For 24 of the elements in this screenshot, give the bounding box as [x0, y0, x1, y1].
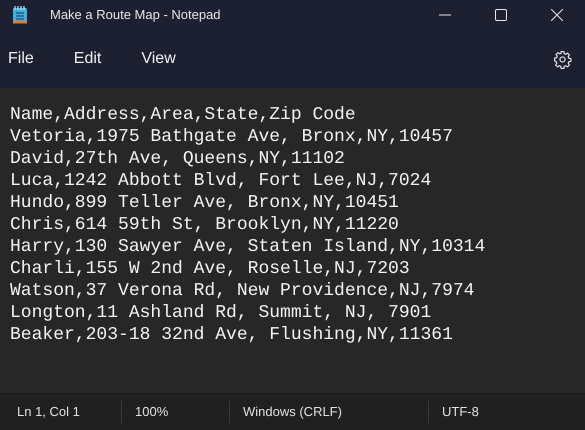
menu-item[interactable]: View: [135, 43, 182, 75]
text-line: Longton,11 Ashland Rd, Summit, NJ, 7901: [10, 302, 432, 324]
text-line: Chris,614 59th St, Brooklyn,NY,11220: [10, 214, 399, 236]
text-line: Charli,155 W 2nd Ave, Roselle,NJ,7203: [10, 258, 410, 280]
text-line: Beaker,203-18 32nd Ave, Flushing,NY,11361: [10, 324, 453, 346]
menu-item[interactable]: File: [2, 43, 40, 75]
minimize-icon: [439, 14, 451, 16]
close-icon: [551, 9, 563, 21]
menu-item[interactable]: Edit: [68, 43, 108, 75]
window-title: Make a Route Map - Notepad: [50, 6, 221, 24]
status-text: Ln 1, Col 1: [17, 403, 80, 422]
text-line: Vetoria,1975 Bathgate Ave, Bronx,NY,10457: [10, 126, 453, 148]
status-text: UTF-8: [442, 403, 479, 422]
settings-icon[interactable]: [553, 50, 572, 68]
maximize-icon: [495, 9, 507, 21]
status-text: Windows (CRLF): [243, 403, 342, 422]
text-line: Luca,1242 Abbott Blvd, Fort Lee,NJ,7024: [10, 170, 432, 192]
text-line: David,27th Ave, Queens,NY,11102: [10, 148, 345, 170]
text-line: Name,Address,Area,State,Zip Code: [10, 104, 356, 126]
status-text: 100%: [135, 403, 168, 422]
text-line: Hundo,899 Teller Ave, Bronx,NY,10451: [10, 192, 399, 214]
text-line: Harry,130 Sawyer Ave, Staten Island,NY,10314: [10, 236, 486, 258]
notepad-icon: [12, 5, 28, 25]
text-line: Watson,37 Verona Rd, New Providence,NJ,7974: [10, 280, 474, 302]
